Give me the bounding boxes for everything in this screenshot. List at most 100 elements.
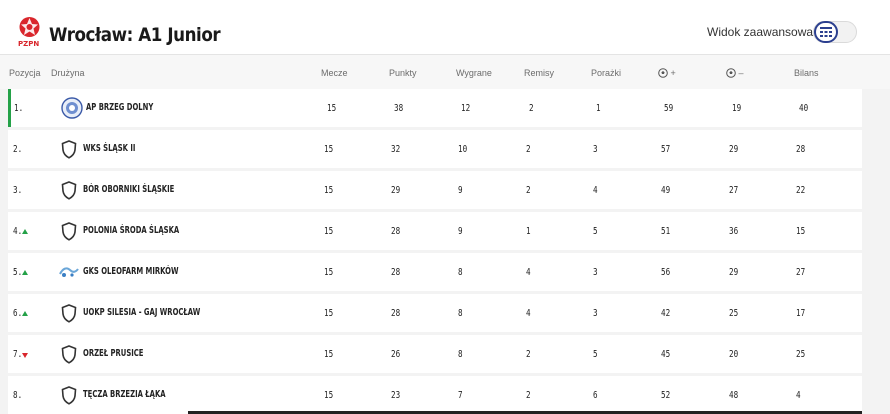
goals-against-value: 48 xyxy=(729,390,739,401)
table-row[interactable]: 7. Orzeł Prusice 15 26 8 2 5 45 20 25 xyxy=(8,335,862,373)
goals-for-value: 49 xyxy=(661,185,671,196)
points-value: 38 xyxy=(394,103,404,114)
table-row[interactable]: 5. GKS Oleofarm Mirków 15 28 8 4 3 56 29… xyxy=(8,253,862,291)
row-position: 7. xyxy=(13,349,23,360)
points-value: 28 xyxy=(391,308,401,319)
goals-against-value: 20 xyxy=(729,349,739,360)
trend-down-icon xyxy=(22,353,28,358)
goals-for-value: 59 xyxy=(664,103,674,114)
advanced-view-toggle[interactable] xyxy=(813,21,857,43)
advanced-view-label: Widok zaawansowany xyxy=(707,25,826,39)
page-title: Wrocław: A1 Junior xyxy=(49,24,221,46)
team-name[interactable]: AP Brzeg Dolny xyxy=(86,102,153,113)
wins-value: 8 xyxy=(458,267,463,278)
team-name[interactable]: Tęcza Brzezia Łąka xyxy=(83,389,166,400)
matches-value: 15 xyxy=(324,349,334,360)
page-header: PZPN Wrocław: A1 Junior Widok zaawansowa… xyxy=(0,0,890,55)
row-position: 5. xyxy=(13,267,23,278)
points-value: 23 xyxy=(391,390,401,401)
table-view-icon xyxy=(814,21,838,43)
team-name[interactable]: GKS Oleofarm Mirków xyxy=(83,266,178,277)
club-logo-icon xyxy=(58,261,80,283)
shield-icon xyxy=(58,220,80,242)
balance-value: 4 xyxy=(796,390,801,401)
col-goals-for[interactable]: + xyxy=(658,68,676,78)
row-position: 6. xyxy=(13,308,23,319)
col-matches[interactable]: Mecze xyxy=(321,68,348,78)
goals-for-value: 52 xyxy=(661,390,671,401)
table-row[interactable]: 2. WKS Śląsk II 15 32 10 2 3 57 29 28 xyxy=(8,130,862,168)
row-position: 4. xyxy=(13,226,23,237)
losses-value: 4 xyxy=(593,185,598,196)
col-points[interactable]: Punkty xyxy=(389,68,417,78)
table-row[interactable]: 8. Tęcza Brzezia Łąka 15 23 7 2 6 52 48 … xyxy=(8,376,862,414)
row-position: 1. xyxy=(14,103,24,114)
col-balance[interactable]: Bilans xyxy=(794,68,819,78)
trend-up-icon xyxy=(22,229,28,234)
wins-value: 8 xyxy=(458,349,463,360)
draws-value: 1 xyxy=(526,226,531,237)
shield-icon xyxy=(58,179,80,201)
wins-value: 10 xyxy=(458,144,468,155)
goals-against-label: – xyxy=(738,68,744,78)
balance-value: 22 xyxy=(796,185,806,196)
goals-for-value: 56 xyxy=(661,267,671,278)
col-position[interactable]: Pozycja xyxy=(9,68,41,78)
team-name[interactable]: Polonia Środa Śląska xyxy=(83,225,179,236)
goals-against-value: 27 xyxy=(729,185,739,196)
team-name[interactable]: WKS Śląsk II xyxy=(83,143,135,154)
col-team[interactable]: Drużyna xyxy=(51,68,85,78)
matches-value: 15 xyxy=(324,267,334,278)
table-header: Pozycja Drużyna Mecze Punkty Wygrane Rem… xyxy=(0,55,890,89)
table-row[interactable]: 3. Bór Oborniki Śląskie 15 29 9 2 4 49 2… xyxy=(8,171,862,209)
matches-value: 15 xyxy=(324,185,334,196)
losses-value: 3 xyxy=(593,267,598,278)
wins-value: 8 xyxy=(458,308,463,319)
losses-value: 3 xyxy=(593,144,598,155)
goals-for-value: 51 xyxy=(661,226,671,237)
club-logo-icon xyxy=(61,97,83,119)
goals-against-value: 25 xyxy=(729,308,739,319)
col-goals-against[interactable]: – xyxy=(726,68,744,78)
shield-icon xyxy=(58,138,80,160)
matches-value: 15 xyxy=(324,226,334,237)
logo-text: PZPN xyxy=(18,40,40,48)
goals-for-value: 57 xyxy=(661,144,671,155)
draws-value: 4 xyxy=(526,308,531,319)
table-row[interactable]: 6. UOKP Silesia - Gaj Wrocław 15 28 8 4 … xyxy=(8,294,862,332)
col-draws[interactable]: Remisy xyxy=(524,68,554,78)
points-value: 26 xyxy=(391,349,401,360)
table-row[interactable]: 1. AP Brzeg Dolny 15 38 12 2 1 59 19 40 xyxy=(8,89,862,127)
trend-up-icon xyxy=(22,311,28,316)
balance-value: 28 xyxy=(796,144,806,155)
draws-value: 2 xyxy=(529,103,534,114)
losses-value: 6 xyxy=(593,390,598,401)
col-losses[interactable]: Porażki xyxy=(591,68,621,78)
wins-value: 7 xyxy=(458,390,463,401)
goals-against-value: 19 xyxy=(732,103,742,114)
draws-value: 2 xyxy=(526,390,531,401)
team-name[interactable]: Bór Oborniki Śląskie xyxy=(83,184,174,195)
pzpn-logo: PZPN xyxy=(17,16,42,52)
points-value: 32 xyxy=(391,144,401,155)
goals-for-label: + xyxy=(670,68,676,78)
row-position: 8. xyxy=(13,390,23,401)
matches-value: 15 xyxy=(324,144,334,155)
losses-value: 1 xyxy=(596,103,601,114)
table-row[interactable]: 4. Polonia Środa Śląska 15 28 9 1 5 51 3… xyxy=(8,212,862,250)
team-name[interactable]: UOKP Silesia - Gaj Wrocław xyxy=(83,307,200,318)
losses-value: 5 xyxy=(593,349,598,360)
matches-value: 15 xyxy=(327,103,337,114)
col-wins[interactable]: Wygrane xyxy=(456,68,492,78)
team-name[interactable]: Orzeł Prusice xyxy=(83,348,143,359)
wins-value: 9 xyxy=(458,226,463,237)
goals-against-value: 36 xyxy=(729,226,739,237)
balance-value: 15 xyxy=(796,226,806,237)
points-value: 29 xyxy=(391,185,401,196)
draws-value: 2 xyxy=(526,144,531,155)
shield-icon xyxy=(58,343,80,365)
goals-against-value: 29 xyxy=(729,144,739,155)
balance-value: 17 xyxy=(796,308,806,319)
goals-for-value: 42 xyxy=(661,308,671,319)
row-position: 3. xyxy=(13,185,23,196)
